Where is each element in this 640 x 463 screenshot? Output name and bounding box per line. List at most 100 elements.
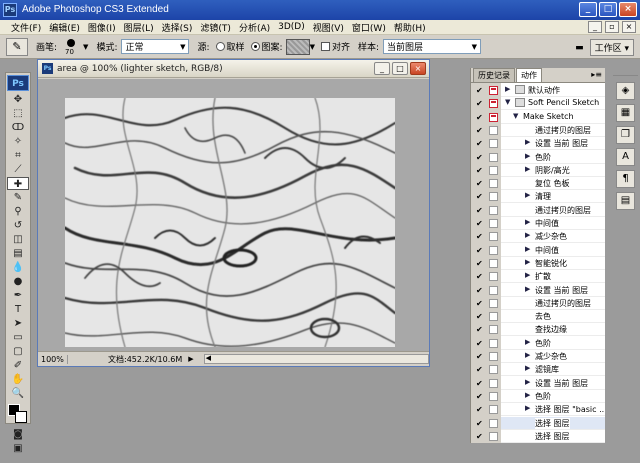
pen-tool-icon[interactable]: ✒ xyxy=(7,289,29,302)
action-step-row[interactable]: ✔ ▶ 中间值 xyxy=(471,244,605,257)
color-swatches[interactable] xyxy=(7,403,29,425)
document-info[interactable]: 文档:452.2K/10.6M xyxy=(108,354,182,365)
collapsed-triangle-icon[interactable]: ▶ xyxy=(525,378,530,386)
toggle-dialog-icon[interactable] xyxy=(489,125,498,135)
collapsed-triangle-icon[interactable]: ▶ xyxy=(525,258,530,266)
eyedropper-tool-icon[interactable]: ✐ xyxy=(7,359,29,372)
action-step-row[interactable]: ✔ ▶ 设置 当前 图层 xyxy=(471,377,605,390)
action-step-row[interactable]: ✔ 通过拷贝的图层 xyxy=(471,297,605,310)
paragraph-icon[interactable]: ¶ xyxy=(616,170,635,188)
action-step-row[interactable]: ✔ ▶ 色阶 xyxy=(471,337,605,350)
action-step-row[interactable]: ✔ 复位 色板 xyxy=(471,177,605,191)
toggle-dialog-icon[interactable] xyxy=(489,378,498,388)
action-step-row[interactable]: ✔ ▶ 色阶 xyxy=(471,390,605,403)
toggle-item-checkbox[interactable]: ✔ xyxy=(476,166,485,175)
palette-icon[interactable]: ▬ xyxy=(575,43,584,53)
source-sampled-radio[interactable] xyxy=(215,42,225,51)
collapsed-triangle-icon[interactable]: ▶ xyxy=(525,285,530,293)
workspace-button[interactable]: 工作区 ▾ xyxy=(589,39,634,56)
menu-3d[interactable]: 3D(D) xyxy=(275,22,308,32)
action-step-row[interactable]: ✔ ▶ 减少杂色 xyxy=(471,350,605,363)
toggle-dialog-icon[interactable] xyxy=(489,365,498,375)
action-row[interactable]: ✔ ▼ Make Sketch xyxy=(471,111,605,124)
toggle-item-checkbox[interactable]: ✔ xyxy=(476,99,485,108)
collapsed-triangle-icon[interactable]: ▶ xyxy=(525,138,530,146)
dock-grip[interactable] xyxy=(613,68,638,76)
sample-select[interactable]: 当前图层 ▼ xyxy=(383,39,482,54)
toggle-dialog-icon[interactable] xyxy=(489,99,498,109)
collapsed-triangle-icon[interactable]: ▶ xyxy=(525,191,530,199)
move-tool-icon[interactable]: ✥ xyxy=(7,93,29,106)
tab-history[interactable]: 历史记录 xyxy=(473,68,515,82)
photoshop-logo-icon[interactable]: Ps xyxy=(7,75,29,91)
toggle-item-checkbox[interactable]: ✔ xyxy=(476,365,485,374)
action-step-row[interactable]: ✔ 通过拷贝的图层 xyxy=(471,204,605,217)
brush-tool-icon[interactable]: ✎ xyxy=(7,191,29,204)
doc-close-button[interactable]: × xyxy=(410,62,426,75)
swatches-icon[interactable]: ▦ xyxy=(616,104,635,122)
toggle-dialog-icon[interactable] xyxy=(489,179,498,189)
action-step-row[interactable]: ✔ ▶ 阴影/高光 xyxy=(471,164,605,177)
status-menu-arrow-icon[interactable]: ▶ xyxy=(188,355,193,363)
toggle-dialog-icon[interactable] xyxy=(489,431,498,441)
action-step-row[interactable]: ✔ ▶ 设置 当前 图层 xyxy=(471,137,605,151)
horizontal-scrollbar[interactable] xyxy=(203,354,429,364)
toggle-dialog-icon[interactable] xyxy=(489,219,498,228)
toggle-dialog-icon[interactable] xyxy=(489,245,498,255)
collapsed-triangle-icon[interactable]: ▶ xyxy=(525,404,530,412)
toggle-item-checkbox[interactable]: ✔ xyxy=(476,259,485,268)
toggle-dialog-icon[interactable] xyxy=(489,325,498,335)
canvas-area[interactable] xyxy=(38,79,429,352)
screen-mode-icon[interactable]: ▣ xyxy=(7,442,29,455)
collapsed-triangle-icon[interactable]: ▶ xyxy=(525,338,530,346)
toggle-item-checkbox[interactable]: ✔ xyxy=(476,419,485,428)
toggle-item-checkbox[interactable]: ✔ xyxy=(476,312,485,321)
action-step-row[interactable]: ✔ ▶ 色阶 xyxy=(471,151,605,164)
brushes-icon[interactable]: ▤ xyxy=(616,192,635,210)
action-step-row[interactable]: ✔ ▶ 滤镜库 xyxy=(471,363,605,377)
toggle-dialog-icon[interactable] xyxy=(489,285,498,295)
toggle-dialog-icon[interactable] xyxy=(489,258,498,268)
toggle-dialog-icon[interactable] xyxy=(489,405,498,415)
blur-tool-icon[interactable]: 💧 xyxy=(7,261,29,274)
action-step-row[interactable]: ✔ ▶ 设置 当前 图层 xyxy=(471,284,605,297)
doc-minimize-icon[interactable]: _ xyxy=(588,21,602,33)
collapsed-triangle-icon[interactable]: ▶ xyxy=(505,85,510,93)
dodge-tool-icon[interactable]: ● xyxy=(7,275,29,288)
toggle-item-checkbox[interactable]: ✔ xyxy=(476,246,485,255)
collapsed-triangle-icon[interactable]: ▶ xyxy=(525,271,530,279)
toggle-item-checkbox[interactable]: ✔ xyxy=(476,432,485,441)
toggle-dialog-icon[interactable] xyxy=(489,352,498,361)
toggle-item-checkbox[interactable]: ✔ xyxy=(476,113,485,122)
action-step-row[interactable]: ✔ 选择 图层 xyxy=(471,430,605,443)
toggle-dialog-icon[interactable] xyxy=(489,232,498,242)
lasso-tool-icon[interactable]: ↀ xyxy=(7,121,29,134)
toggle-dialog-icon[interactable] xyxy=(489,298,498,308)
toggle-item-checkbox[interactable]: ✔ xyxy=(476,392,485,401)
toggle-dialog-icon[interactable] xyxy=(489,86,498,95)
quick-mask-icon[interactable]: ◙ xyxy=(7,428,29,441)
shape-tool-icon[interactable]: ▭ xyxy=(7,331,29,344)
menu-analysis[interactable]: 分析(A) xyxy=(236,21,273,34)
source-pattern-radio[interactable] xyxy=(250,42,260,51)
action-set-row[interactable]: ✔ ▶ 默认动作 xyxy=(471,84,605,97)
brush-picker[interactable]: 70 xyxy=(61,38,83,56)
doc-close-icon[interactable]: × xyxy=(622,21,636,33)
gradient-tool-icon[interactable]: ▤ xyxy=(7,247,29,260)
expanded-triangle-icon[interactable]: ▼ xyxy=(513,112,518,120)
collapsed-triangle-icon[interactable]: ▶ xyxy=(525,231,530,239)
toggle-item-checkbox[interactable]: ✔ xyxy=(476,219,485,228)
doc-minimize-button[interactable]: _ xyxy=(374,62,390,75)
toggle-dialog-icon[interactable] xyxy=(489,418,498,428)
menu-view[interactable]: 视图(V) xyxy=(310,21,347,34)
layers-icon[interactable]: ❐ xyxy=(616,126,635,144)
menu-layer[interactable]: 图层(L) xyxy=(121,21,157,34)
maximize-button[interactable]: □ xyxy=(599,2,617,17)
menu-edit[interactable]: 编辑(E) xyxy=(46,21,83,34)
close-button[interactable]: × xyxy=(619,2,637,17)
action-step-row[interactable]: ✔ ▶ 扩散 xyxy=(471,270,605,284)
slice-tool-icon[interactable]: ⟋ xyxy=(7,163,29,176)
collapsed-triangle-icon[interactable]: ▶ xyxy=(525,351,530,359)
toggle-dialog-icon[interactable] xyxy=(489,312,498,322)
brush-picker-arrow-icon[interactable]: ▼ xyxy=(83,43,88,51)
